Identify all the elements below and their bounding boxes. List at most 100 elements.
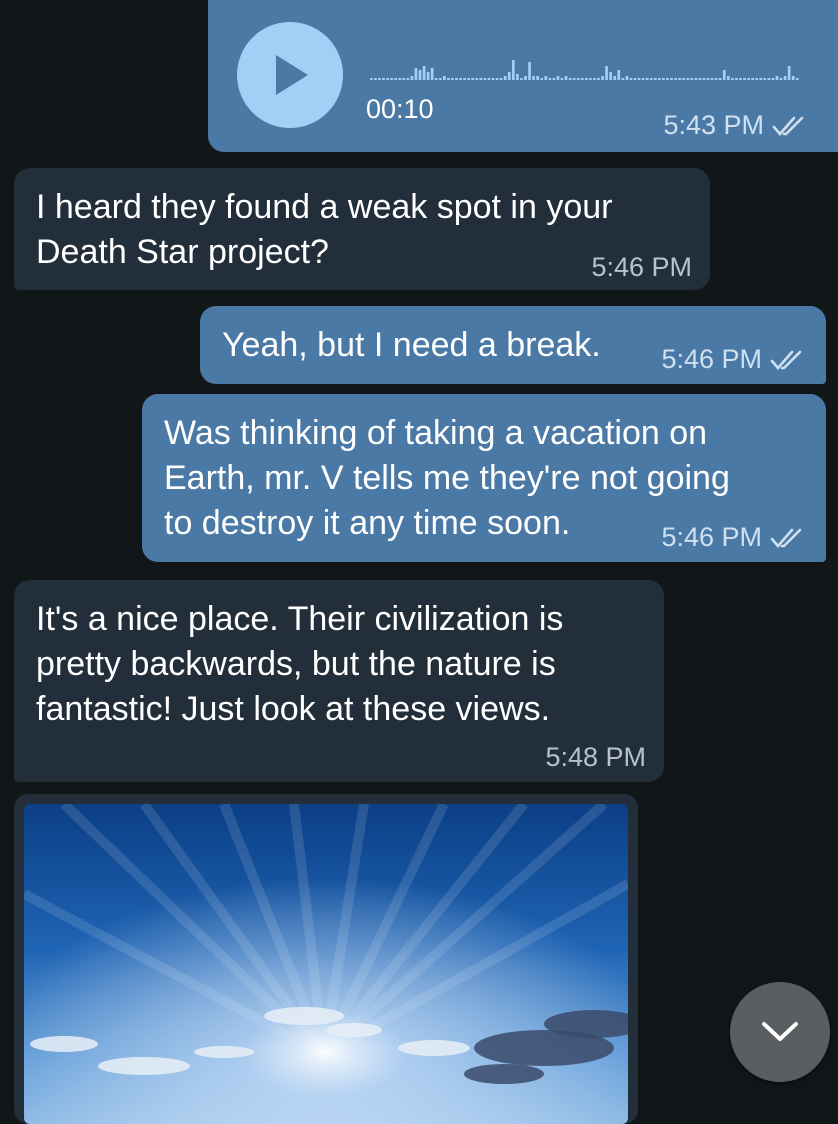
waveform-bar [499, 78, 503, 80]
waveform-bar [524, 76, 527, 80]
waveform-bar [670, 78, 673, 80]
waveform-bar [532, 76, 535, 80]
waveform-bar [641, 78, 645, 80]
voice-duration: 00:10 [366, 94, 434, 124]
waveform-bar [601, 76, 604, 80]
voice-message-bubble[interactable]: 00:10 5:43 PM [208, 0, 838, 152]
waveform-bar [451, 78, 454, 80]
waveform-bar [564, 76, 568, 80]
waveform-bar [374, 78, 377, 80]
waveform-bar [378, 78, 381, 80]
waveform-bar [678, 78, 681, 80]
waveform-bar [507, 72, 511, 80]
waveform-bar [406, 78, 410, 80]
waveform-bar [755, 78, 759, 80]
waveform-bar [483, 78, 487, 80]
voice-waveform[interactable] [370, 46, 800, 80]
waveform-bar [710, 78, 714, 80]
waveform-bar [536, 76, 539, 80]
waveform-bar [645, 78, 649, 80]
waveform-bar [576, 78, 580, 80]
waveform-bar [633, 78, 637, 80]
message-meta: 5:43 PM [663, 110, 808, 141]
waveform-bar [430, 68, 434, 80]
waveform-bar [722, 70, 726, 80]
waveform-bar [726, 76, 730, 80]
photo-message[interactable] [14, 794, 638, 1124]
waveform-bar [414, 68, 418, 80]
waveform-bar [495, 78, 499, 80]
message-time: 5:48 PM [545, 742, 646, 772]
waveform-bar [759, 78, 763, 80]
waveform-bar [795, 78, 799, 80]
waveform-bar [511, 60, 515, 80]
waveform-bar [658, 78, 661, 80]
sky-photo[interactable] [24, 804, 628, 1124]
waveform-bar [572, 78, 576, 80]
waveform-bar [447, 78, 450, 80]
waveform-bar [613, 76, 617, 80]
waveform-bar [503, 76, 507, 80]
waveform-bar [418, 70, 422, 80]
waveform-bar [398, 78, 402, 80]
waveform-bar [694, 78, 698, 80]
waveform-bar [698, 78, 702, 80]
waveform-bar [706, 78, 710, 80]
waveform-bar [516, 74, 519, 80]
waveform-bar [552, 78, 556, 80]
waveform-bar [589, 78, 592, 80]
waveform-bar [593, 78, 596, 80]
waveform-bar [386, 78, 389, 80]
play-button[interactable] [237, 22, 343, 128]
play-icon [276, 55, 308, 95]
waveform-bar [690, 78, 694, 80]
waveform-bar [783, 76, 787, 80]
waveform-bar [625, 76, 629, 80]
incoming-message[interactable]: I heard they found a weak spot in your D… [14, 168, 710, 290]
waveform-bar [410, 76, 414, 80]
message-text: It's a nice place. Their civilization is… [36, 600, 564, 728]
waveform-bar [787, 66, 791, 80]
message-time: 5:43 PM [663, 110, 764, 140]
waveform-bar [475, 78, 479, 80]
double-check-icon [772, 115, 808, 137]
waveform-bar [617, 70, 621, 80]
outgoing-message[interactable]: Yeah, but I need a break. 5:46 PM [200, 306, 826, 384]
waveform-bar [779, 78, 783, 80]
message-time: 5:46 PM [661, 344, 762, 374]
waveform-bar [422, 66, 426, 80]
waveform-bar [520, 78, 523, 80]
waveform-bar [791, 76, 795, 80]
waveform-bar [767, 78, 771, 80]
waveform-bar [548, 78, 552, 80]
waveform-bar [568, 78, 572, 80]
waveform-bar [394, 78, 397, 80]
waveform-bar [714, 78, 718, 80]
waveform-bar [666, 78, 669, 80]
incoming-message[interactable]: It's a nice place. Their civilization is… [14, 580, 664, 782]
waveform-bar [771, 78, 775, 80]
chevron-down-icon [762, 1022, 798, 1041]
waveform-bar [402, 78, 406, 80]
waveform-bar [653, 78, 657, 80]
waveform-bar [686, 78, 690, 80]
waveform-bar [605, 66, 608, 80]
waveform-bar [649, 78, 653, 80]
waveform-bar [597, 78, 600, 80]
waveform-bar [443, 76, 446, 80]
scroll-down-button[interactable] [730, 982, 830, 1082]
waveform-bar [682, 78, 686, 80]
message-meta: 5:46 PM [661, 522, 806, 553]
outgoing-message[interactable]: Was thinking of taking a vacation on Ear… [142, 394, 826, 562]
waveform-bar [467, 78, 471, 80]
message-time: 5:46 PM [591, 252, 692, 282]
waveform-bar [674, 78, 677, 80]
waveform-bar [662, 78, 665, 80]
waveform-bar [544, 76, 548, 80]
waveform-bar [491, 78, 495, 80]
waveform-bar [763, 78, 767, 80]
waveform-bar [390, 78, 393, 80]
waveform-bar [609, 72, 612, 80]
message-meta: 5:46 PM [661, 344, 806, 375]
waveform-bar [718, 78, 722, 80]
